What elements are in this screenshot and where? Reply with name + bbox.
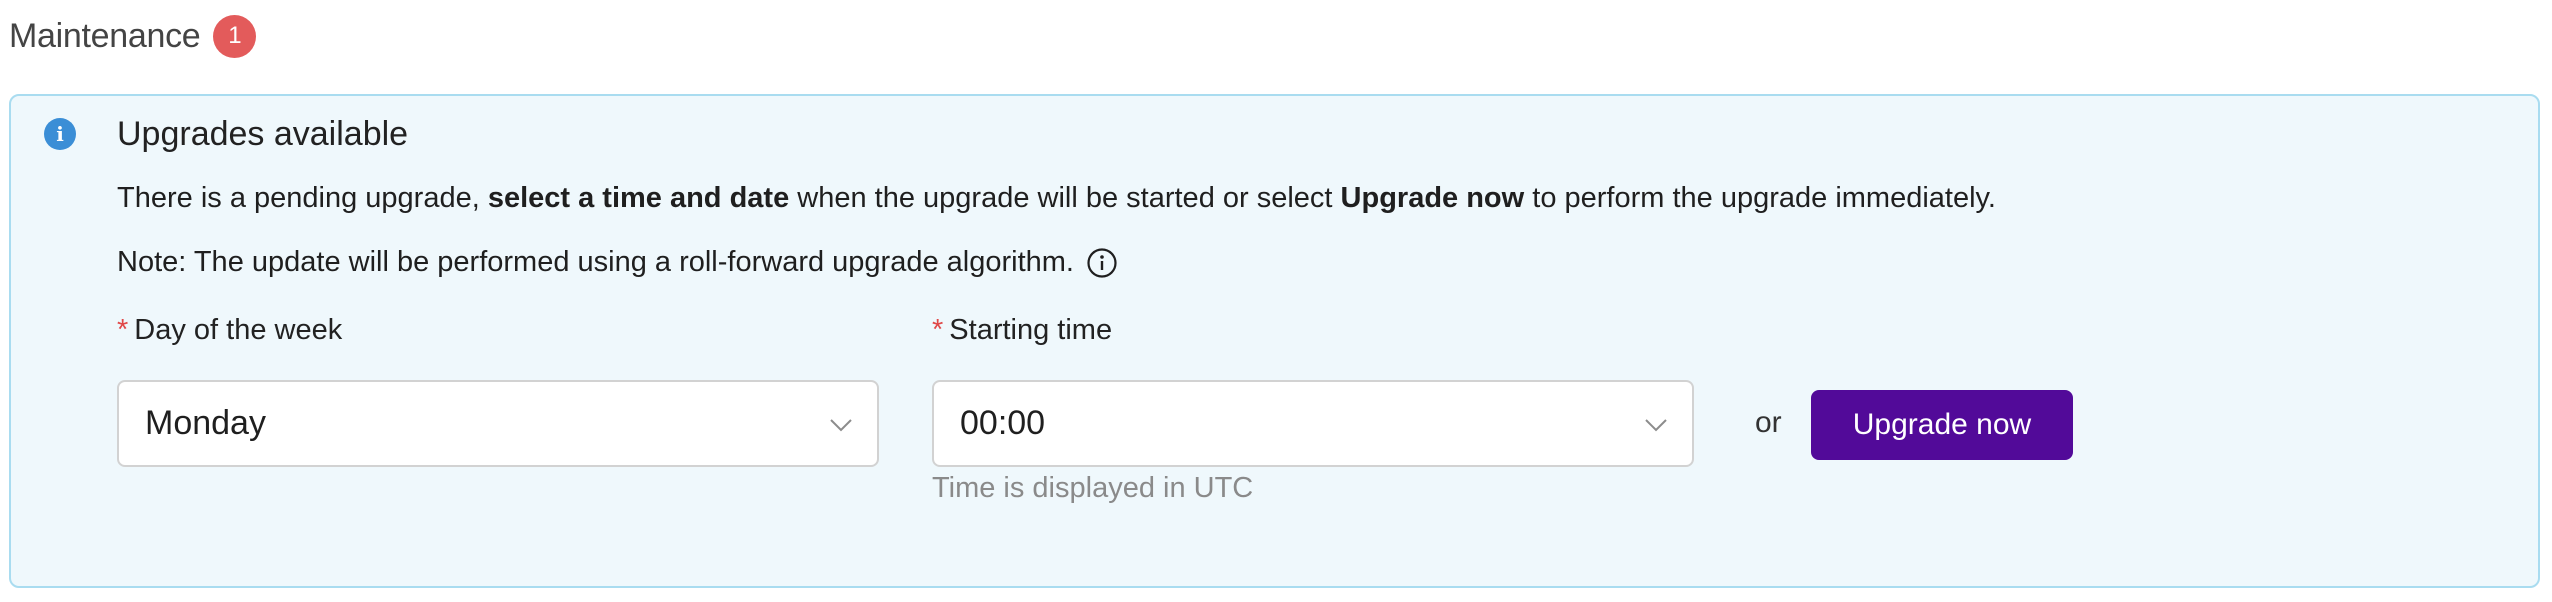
alert-text-part1: There is a pending upgrade, bbox=[117, 182, 488, 214]
day-of-week-label: * Day of the week bbox=[117, 314, 342, 347]
alert-text-part3: to perform the upgrade immediately. bbox=[1524, 182, 1996, 214]
starting-time-select[interactable]: 00:00 bbox=[932, 380, 1694, 467]
starting-time-label: * Starting time bbox=[932, 314, 1112, 347]
count-badge: 1 bbox=[213, 14, 257, 58]
chevron-down-icon bbox=[830, 419, 852, 432]
starting-time-value: 00:00 bbox=[960, 404, 1046, 442]
upgrade-alert: i Upgrades available There is a pending … bbox=[9, 94, 2540, 588]
alert-title: Upgrades available bbox=[117, 115, 409, 153]
alert-description: There is a pending upgrade, select a tim… bbox=[117, 182, 1996, 215]
day-of-week-select[interactable]: Monday bbox=[117, 380, 879, 467]
chevron-down-icon bbox=[1645, 419, 1667, 432]
day-of-week-label-text: Day of the week bbox=[134, 314, 343, 346]
alert-note: Note: The update will be performed using… bbox=[117, 246, 1118, 279]
starting-time-label-text: Starting time bbox=[949, 314, 1113, 346]
section-header: Maintenance 1 bbox=[9, 14, 257, 58]
required-marker: * bbox=[117, 314, 129, 346]
info-circle-icon[interactable] bbox=[1086, 247, 1118, 279]
day-of-week-value: Monday bbox=[145, 404, 266, 442]
or-separator: or bbox=[1755, 406, 1782, 439]
required-marker: * bbox=[932, 314, 944, 346]
alert-note-text: Note: The update will be performed using… bbox=[117, 246, 1074, 278]
alert-text-bold2: Upgrade now bbox=[1340, 182, 1525, 214]
alert-text-part2: when the upgrade will be started or sele… bbox=[789, 182, 1341, 214]
upgrade-now-button[interactable]: Upgrade now bbox=[1811, 390, 2073, 460]
alert-text-bold1: select a time and date bbox=[487, 182, 790, 214]
info-icon: i bbox=[44, 118, 76, 150]
section-title: Maintenance bbox=[9, 16, 201, 55]
time-helper-text: Time is displayed in UTC bbox=[932, 472, 1254, 504]
